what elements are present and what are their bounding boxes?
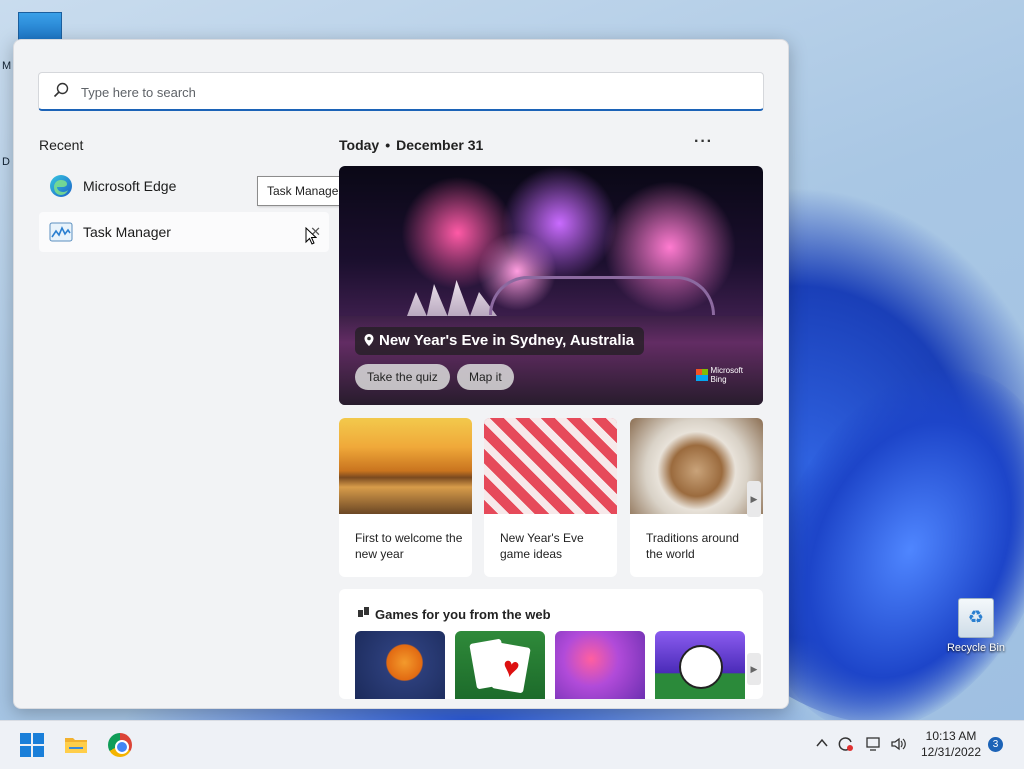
search-box[interactable]: [38, 72, 764, 111]
task-manager-icon: [49, 222, 73, 242]
brand-line: Microsoft: [710, 366, 743, 375]
notification-badge[interactable]: 3: [988, 737, 1003, 752]
start-menu: Recent Microsoft Edge Task Manager ✕ Tas…: [13, 39, 789, 709]
card-image: [484, 418, 617, 514]
games-heading-text: Games for you from the web: [375, 607, 551, 622]
clock-date: 12/31/2022: [920, 745, 982, 759]
recent-app-task-manager[interactable]: Task Manager ✕: [39, 212, 329, 252]
bridge-shape: [489, 276, 715, 315]
soccer-ball-icon: [679, 645, 723, 689]
card-image: [339, 418, 472, 514]
separator: •: [385, 137, 391, 153]
heart-icon: ♥: [491, 642, 531, 694]
location-pin-icon: [364, 334, 374, 346]
date-label: December 31: [396, 137, 484, 153]
game-tile-basketball[interactable]: [355, 631, 445, 699]
brand-line: Bing: [710, 375, 727, 384]
news-card[interactable]: Traditions around the world: [630, 418, 763, 577]
clock-time: 10:13 AM: [925, 729, 977, 743]
hero-caption-text: New Year's Eve in Sydney, Australia: [379, 332, 635, 349]
chevron-up-icon[interactable]: [816, 737, 828, 749]
mouse-cursor-icon: [305, 227, 317, 245]
opera-house-shape: [407, 280, 497, 316]
game-tile-match[interactable]: [555, 631, 645, 699]
search-icon: [53, 82, 69, 98]
games-panel: Games for you from the web ♥ ▶: [339, 589, 763, 699]
desktop-icon[interactable]: [18, 12, 62, 40]
desktop-icon-label: D: [2, 156, 10, 168]
sync-icon[interactable]: [838, 736, 854, 752]
recycle-bin[interactable]: Recycle Bin: [944, 598, 1008, 654]
taskbar: 10:13 AM 12/31/2022 3: [0, 720, 1024, 769]
today-label: Today: [339, 137, 380, 153]
game-tile-soccer[interactable]: [655, 631, 745, 699]
news-card[interactable]: New Year's Eve game ideas: [484, 418, 617, 577]
network-icon[interactable]: [866, 736, 882, 752]
speaker-icon[interactable]: [890, 736, 908, 752]
clock[interactable]: 10:13 AM 12/31/2022: [918, 728, 984, 760]
map-it-button[interactable]: Map it: [457, 364, 514, 390]
news-card[interactable]: First to welcome the new year: [339, 418, 472, 577]
recent-app-label: Microsoft Edge: [83, 178, 177, 194]
card-image: [630, 418, 763, 514]
search-input[interactable]: [79, 80, 733, 104]
bing-logo: Microsoft Bing: [695, 366, 743, 384]
file-explorer-icon[interactable]: [64, 733, 88, 757]
take-quiz-button[interactable]: Take the quiz: [355, 364, 450, 390]
edge-icon: [50, 175, 72, 197]
recent-app-label: Task Manager: [83, 224, 171, 240]
card-title: Traditions around the world: [646, 531, 739, 561]
widgets-date-header: Today • December 31: [339, 137, 483, 153]
card-title: First to welcome the new year: [355, 531, 463, 561]
hero-caption[interactable]: New Year's Eve in Sydney, Australia: [355, 327, 645, 355]
recycle-bin-icon: [958, 598, 994, 638]
games-next-arrow-icon[interactable]: ▶: [747, 653, 761, 685]
games-heading: Games for you from the web: [357, 605, 551, 622]
card-title: New Year's Eve game ideas: [500, 531, 584, 561]
desktop-icon-label: M: [2, 60, 12, 72]
microsoft-logo-icon: [695, 369, 708, 381]
start-icon[interactable]: [20, 733, 44, 757]
hero-card[interactable]: New Year's Eve in Sydney, Australia Take…: [339, 166, 763, 405]
game-tile-solitaire[interactable]: ♥: [455, 631, 545, 699]
recent-heading: Recent: [39, 137, 84, 153]
game-piece-icon: [358, 607, 369, 617]
recycle-bin-label: Recycle Bin: [946, 642, 1006, 654]
chrome-icon[interactable]: [108, 733, 132, 757]
more-options-button[interactable]: ···: [694, 133, 713, 151]
cards-next-arrow-icon[interactable]: ▶: [747, 481, 761, 517]
